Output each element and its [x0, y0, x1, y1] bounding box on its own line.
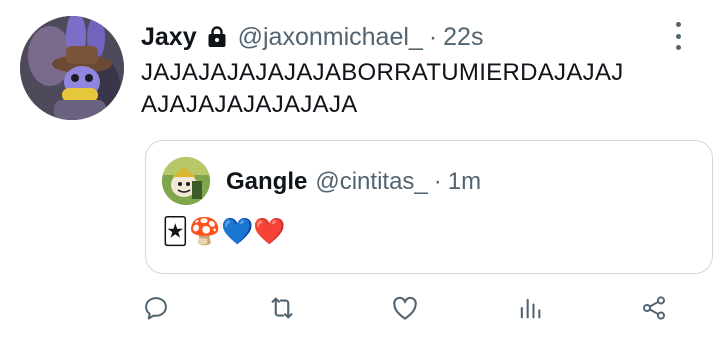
blue-heart-emoji: 💙 [220, 215, 254, 246]
quoted-author-avatar[interactable] [162, 157, 210, 205]
retweet-icon[interactable] [262, 288, 302, 328]
tweet-text: JAJAJAJAJAJAJABORRATUMIERDAJAJAJ AJAJAJA… [141, 57, 701, 121]
analytics-icon[interactable] [510, 288, 550, 328]
author-avatar[interactable] [20, 16, 124, 120]
author-handle[interactable]: @jaxonmichael_ [238, 23, 423, 52]
quoted-tweet-text: 🃏 🍄 💙 ❤️ [162, 213, 286, 249]
quoted-avatar-image [162, 157, 210, 205]
tweet-text-line: JAJAJAJAJAJAJABORRATUMIERDAJAJAJ [141, 59, 624, 86]
lock-icon [205, 25, 229, 49]
red-heart-emoji: ❤️ [253, 215, 286, 246]
quoted-author-handle[interactable]: @cintitas_ [315, 168, 427, 196]
tweet-action-bar [0, 288, 720, 328]
tweet-timestamp[interactable]: 22s [443, 23, 483, 52]
separator-dot: · [433, 168, 442, 195]
tweet-header: Jaxy @jaxonmichael_ · 22s [141, 20, 483, 54]
more-vertical-icon[interactable] [670, 22, 686, 50]
joker-card-emoji: 🃏 [162, 215, 189, 246]
like-icon[interactable] [385, 288, 425, 328]
quoted-author-name[interactable]: Gangle [226, 168, 307, 196]
avatar-image [20, 16, 124, 120]
author-name[interactable]: Jaxy [141, 23, 197, 52]
reply-icon[interactable] [136, 288, 176, 328]
quoted-tweet-header: Gangle @cintitas_ · 1m [226, 167, 481, 197]
quoted-tweet-timestamp[interactable]: 1m [448, 168, 481, 196]
separator-dot: · [428, 22, 438, 51]
mushroom-emoji: 🍄 [188, 215, 221, 246]
share-icon[interactable] [634, 288, 674, 328]
tweet-text-line: AJAJAJAJAJAJAJA [141, 91, 358, 118]
quoted-tweet-card[interactable]: Gangle @cintitas_ · 1m 🃏 🍄 💙 ❤️ [145, 140, 713, 274]
